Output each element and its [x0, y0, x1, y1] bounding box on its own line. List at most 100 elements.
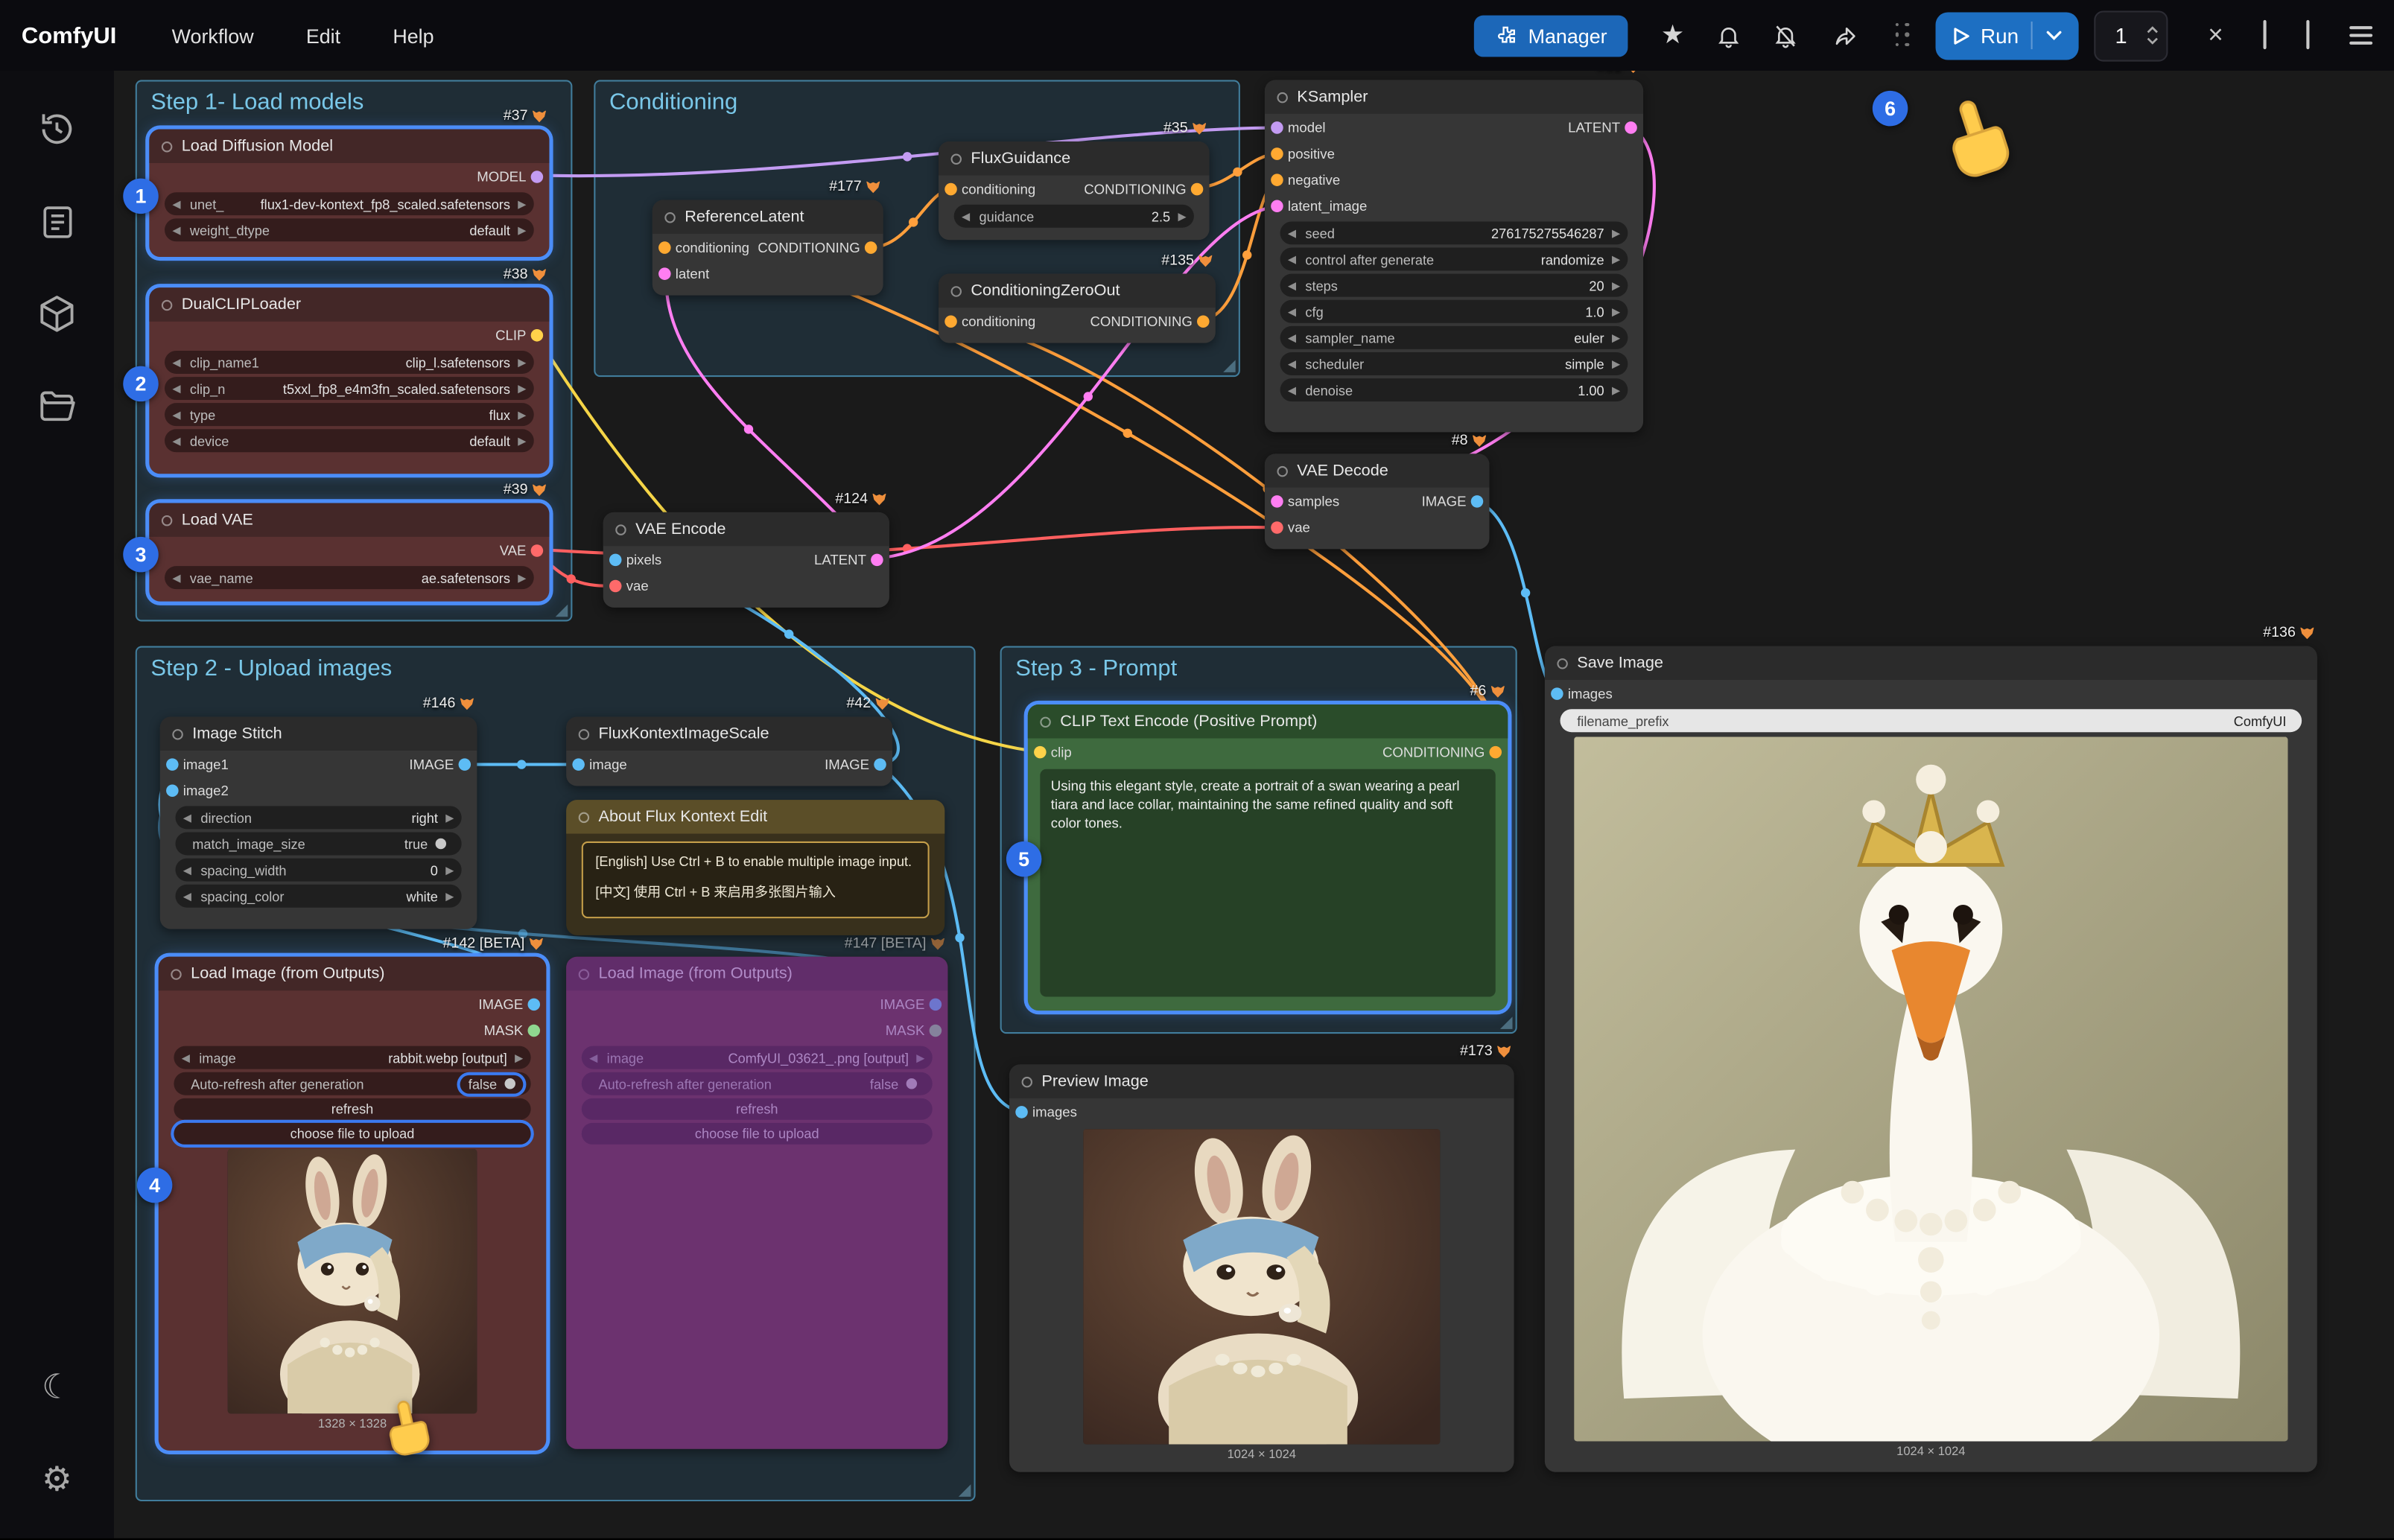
collapse-dot-icon[interactable] [172, 728, 182, 739]
node-dual-clip-loader[interactable]: #38DualCLIPLoaderCLIP◀clip_name1clip_l.s… [149, 287, 549, 474]
widget-control-after-generate[interactable]: ◀control after generaterandomize▶ [1280, 248, 1628, 271]
menu-workflow[interactable]: Workflow [172, 24, 254, 47]
widget-clip-n[interactable]: ◀clip_nt5xxl_fp8_e4m3fn_scaled.safetenso… [165, 377, 534, 400]
widget-weight-dtype[interactable]: ◀weight_dtypedefault▶ [165, 218, 534, 241]
arrow-left-icon[interactable]: ◀ [172, 571, 180, 584]
widget-seed[interactable]: ◀seed276175275546287▶ [1280, 221, 1628, 244]
menu-help[interactable]: Help [393, 24, 434, 47]
output-slot-dot[interactable] [1197, 314, 1210, 327]
arrow-left-icon[interactable]: ◀ [172, 356, 180, 369]
stepper-arrows[interactable] [2147, 26, 2167, 45]
input-slot-dot[interactable] [609, 553, 622, 566]
node-header[interactable]: Load Diffusion Model [149, 130, 549, 163]
close-icon[interactable]: × [2208, 20, 2223, 51]
collapse-dot-icon[interactable] [951, 153, 962, 164]
arrow-right-icon[interactable]: ▶ [1612, 279, 1620, 292]
input-slot-dot[interactable] [1271, 121, 1283, 133]
input-slot-dot[interactable] [1034, 745, 1047, 758]
output-slot-dot[interactable] [531, 170, 544, 182]
arrow-left-icon[interactable]: ◀ [1288, 253, 1296, 266]
collapse-dot-icon[interactable] [1277, 92, 1287, 102]
widget-clip-name1[interactable]: ◀clip_name1clip_l.safetensors▶ [165, 351, 534, 374]
app-logo[interactable]: ComfyUI [22, 22, 116, 48]
node-vae-decode[interactable]: #8VAE DecodesamplesIMAGEvae [1265, 454, 1490, 549]
collapse-dot-icon[interactable] [951, 285, 962, 296]
stop-icon[interactable] [2263, 22, 2266, 49]
node-vae-encode[interactable]: #124VAE EncodepixelsLATENTvae [603, 512, 889, 608]
collapse-dot-icon[interactable] [579, 728, 589, 739]
collapse-dot-icon[interactable] [171, 968, 181, 979]
input-slot-dot[interactable] [1271, 199, 1283, 211]
widget-toggle-match-image-size[interactable]: match_image_sizetrue [175, 832, 461, 855]
widget-vae-name[interactable]: ◀vae_nameae.safetensors▶ [165, 566, 534, 589]
bell-slash-icon[interactable] [1772, 22, 1798, 48]
arrow-right-icon[interactable]: ▶ [445, 812, 454, 824]
widget-filename-prefix[interactable]: filename_prefixComfyUI [1560, 709, 2302, 732]
output-slot-dot[interactable] [1625, 121, 1637, 133]
output-slot-dot[interactable] [531, 328, 544, 341]
node-note-flux-kontext-edit[interactable]: About Flux Kontext Edit[English] Use Ctr… [566, 800, 944, 935]
collapse-dot-icon[interactable] [1022, 1076, 1032, 1086]
widget-guidance[interactable]: ◀guidance2.5▶ [954, 205, 1194, 228]
node-image-stitch[interactable]: #146Image Stitchimage1IMAGEimage2◀direct… [160, 717, 477, 929]
node-clip-text-encode-positive[interactable]: #6CLIP Text Encode (Positive Prompt)clip… [1028, 704, 1508, 1011]
history-icon[interactable] [23, 95, 91, 163]
node-preview-image[interactable]: #173Preview Imageimages1024 × 1024 [1009, 1064, 1514, 1471]
input-slot-dot[interactable] [609, 579, 622, 592]
node-header[interactable]: Save Image [1545, 646, 2317, 680]
node-header[interactable]: Load Image (from Outputs) [159, 957, 547, 990]
output-slot-dot[interactable] [1490, 745, 1502, 758]
input-slot-dot[interactable] [1015, 1105, 1028, 1118]
arrow-left-icon[interactable]: ◀ [183, 890, 191, 903]
workflows-icon[interactable] [23, 372, 91, 440]
arrow-right-icon[interactable]: ▶ [1612, 357, 1620, 370]
menu-edit[interactable]: Edit [306, 24, 340, 47]
model-library-icon[interactable] [23, 280, 91, 348]
node-header[interactable]: FluxKontextImageScale [566, 717, 892, 751]
output-slot-dot[interactable] [874, 757, 886, 770]
arrow-left-icon[interactable]: ◀ [182, 1051, 190, 1064]
arrow-left-icon[interactable]: ◀ [183, 812, 191, 824]
collapse-dot-icon[interactable] [664, 211, 675, 222]
node-save-image[interactable]: #136Save Imageimagesfilename_prefixComfy… [1545, 646, 2317, 1472]
arrow-right-icon[interactable]: ▶ [518, 435, 526, 448]
widget-spacing-width[interactable]: ◀spacing_width0▶ [175, 859, 461, 882]
node-flux-kontext-image-scale[interactable]: #42FluxKontextImageScaleimageIMAGE [566, 717, 892, 786]
chevron-down-icon[interactable] [2031, 22, 2063, 49]
arrow-right-icon[interactable]: ▶ [518, 197, 526, 210]
output-slot-dot[interactable] [531, 544, 544, 556]
node-header[interactable]: FluxGuidance [939, 141, 1210, 175]
collapse-dot-icon[interactable] [1557, 658, 1567, 668]
node-header[interactable]: Load VAE [149, 503, 549, 536]
arrow-left-icon[interactable]: ◀ [1288, 331, 1296, 344]
node-header[interactable]: About Flux Kontext Edit [566, 800, 944, 833]
arrow-right-icon[interactable]: ▶ [1612, 253, 1620, 266]
input-slot-dot[interactable] [1271, 173, 1283, 185]
node-header[interactable]: CLIP Text Encode (Positive Prompt) [1028, 704, 1508, 738]
widget-direction[interactable]: ◀directionright▶ [175, 806, 461, 829]
toggle-value[interactable]: false [460, 1075, 523, 1093]
node-header[interactable]: ReferenceLatent [653, 200, 883, 234]
bell-icon[interactable] [1715, 22, 1741, 48]
node-load-diffusion-model[interactable]: #37Load Diffusion ModelMODEL◀unet_flux1-… [149, 130, 549, 257]
output-slot-dot[interactable] [459, 757, 472, 770]
input-slot-dot[interactable] [1271, 494, 1283, 507]
node-header[interactable]: Preview Image [1009, 1064, 1514, 1098]
arrow-right-icon[interactable]: ▶ [518, 571, 526, 584]
node-load-image-from-outputs[interactable]: #142 [BETA]Load Image (from Outputs)IMAG… [159, 957, 547, 1451]
menu-icon[interactable] [2349, 26, 2372, 44]
output-slot-dot[interactable] [528, 998, 541, 1011]
arrow-right-icon[interactable]: ▶ [518, 224, 526, 237]
widget-scheduler[interactable]: ◀schedulersimple▶ [1280, 352, 1628, 375]
node-reference-latent[interactable]: #177ReferenceLatentconditioningCONDITION… [653, 200, 883, 296]
arrow-right-icon[interactable]: ▶ [1612, 227, 1620, 240]
input-slot-dot[interactable] [944, 182, 957, 195]
widget-unet-[interactable]: ◀unet_flux1-dev-kontext_fp8_scaled.safet… [165, 192, 534, 215]
input-slot-dot[interactable] [658, 267, 671, 279]
widget-type[interactable]: ◀typeflux▶ [165, 403, 534, 426]
share-icon[interactable] [1832, 22, 1858, 48]
arrow-right-icon[interactable]: ▶ [1612, 331, 1620, 344]
drag-handle-icon[interactable] [1895, 22, 1911, 48]
node-load-image-from-outputs-bypassed[interactable]: #147 [BETA]Load Image (from Outputs)IMAG… [566, 957, 947, 1449]
input-slot-dot[interactable] [572, 757, 585, 770]
